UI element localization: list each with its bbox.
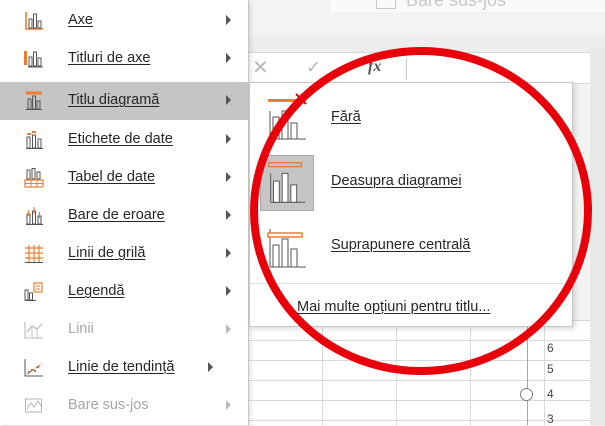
up-down-bars-icon <box>25 398 42 413</box>
menu-item-axes[interactable]: Axe <box>0 2 248 40</box>
submenu-item-none[interactable]: Fără <box>250 87 572 151</box>
submenu-arrow-icon <box>226 286 231 296</box>
menu-item-label: Titlu diagramă <box>68 92 160 108</box>
submenu-divider <box>250 283 572 284</box>
submenu-arrow-icon <box>226 172 231 182</box>
data-labels-icon <box>26 131 43 149</box>
chart-title-icon <box>26 91 42 110</box>
trendline-icon <box>24 359 43 377</box>
axis-tick-label: 3 <box>547 412 554 426</box>
enter-formula-icon[interactable]: ✓ <box>306 57 321 78</box>
submenu-arrow-icon <box>226 324 231 334</box>
menu-item-label: Bare de eroare <box>68 207 165 223</box>
chart-title-submenu: Fără Deasupra diagramei Suprapunere cent… <box>249 82 573 327</box>
menu-item-label: Linie de tendință <box>68 359 175 375</box>
axis-tick-label: 4 <box>547 387 554 401</box>
gridlines-icon <box>25 245 43 263</box>
submenu-item-label: Fără <box>331 109 361 125</box>
legend-icon <box>24 282 43 301</box>
submenu-arrow-icon <box>226 95 231 105</box>
menu-item-label: Legendă <box>68 283 125 299</box>
menu-item-label: Axe <box>68 12 93 28</box>
more-title-options-link[interactable]: Mai multe opțiuni pentru titlu... <box>297 299 490 315</box>
menu-item-label: Linii <box>68 321 94 337</box>
menu-item-label: Linii de grilă <box>68 245 146 261</box>
data-table-icon <box>24 168 44 188</box>
submenu-arrow-icon <box>226 15 231 25</box>
submenu-item-label: Deasupra diagramei <box>331 173 462 189</box>
cancel-formula-icon[interactable]: ✕ <box>252 55 269 80</box>
menu-item-lines: Linii <box>0 311 248 349</box>
menu-item-legend[interactable]: Legendă <box>0 273 248 311</box>
submenu-item-label: Suprapunere centrală <box>331 237 471 253</box>
menu-item-gridlines[interactable]: Linii de grilă <box>0 235 248 273</box>
no-title-icon <box>268 93 307 140</box>
menu-item-chart-title[interactable]: Titlu diagramă <box>0 82 248 120</box>
menu-item-label: Bare sus-jos <box>68 397 149 413</box>
menu-item-trendline[interactable]: Linie de tendință <box>0 349 248 387</box>
chart-resize-handle[interactable] <box>520 388 533 401</box>
axes-icon <box>25 12 43 30</box>
title-above-chart-icon <box>260 155 314 211</box>
submenu-arrow-icon <box>226 400 231 410</box>
axis-tick-label: 5 <box>547 362 554 376</box>
background-title-strip: Bare sus-jos <box>330 0 605 12</box>
error-bars-icon <box>26 207 43 225</box>
menu-item-label: Etichete de date <box>68 131 173 147</box>
formula-bar: ✕ ✓ fx <box>248 52 605 84</box>
submenu-arrow-icon <box>226 248 231 258</box>
axis-titles-icon <box>24 51 43 68</box>
formula-bar-divider <box>406 58 407 80</box>
menu-item-label: Titluri de axe <box>68 50 151 66</box>
up-down-bars-icon <box>376 0 396 9</box>
menu-item-data-table[interactable]: Tabel de date <box>0 159 248 197</box>
background-panel-edge <box>590 48 605 425</box>
add-chart-element-menu: Axe Titluri de axe Titlu diagramă Etiche… <box>0 0 249 425</box>
submenu-arrow-icon <box>226 210 231 220</box>
submenu-arrow-icon <box>208 362 213 372</box>
chart-vertical-axis <box>527 310 528 425</box>
menu-item-error-bars[interactable]: Bare de eroare <box>0 197 248 235</box>
centered-overlay-title-icon <box>267 229 306 268</box>
submenu-item-centered-overlay[interactable]: Suprapunere centrală <box>250 215 572 279</box>
submenu-arrow-icon <box>226 53 231 63</box>
background-title-text: Bare sus-jos <box>406 0 507 10</box>
axis-tick-label: 6 <box>547 341 554 355</box>
menu-item-data-labels[interactable]: Etichete de date <box>0 121 248 159</box>
menu-item-label: Tabel de date <box>68 169 156 185</box>
insert-function-button[interactable]: fx <box>368 58 381 76</box>
lines-icon <box>24 322 43 339</box>
menu-item-up-down-bars: Bare sus-jos <box>0 387 248 425</box>
submenu-arrow-icon <box>226 134 231 144</box>
menu-item-axis-titles[interactable]: Titluri de axe <box>0 40 248 78</box>
submenu-item-above-chart[interactable]: Deasupra diagramei <box>250 151 572 215</box>
